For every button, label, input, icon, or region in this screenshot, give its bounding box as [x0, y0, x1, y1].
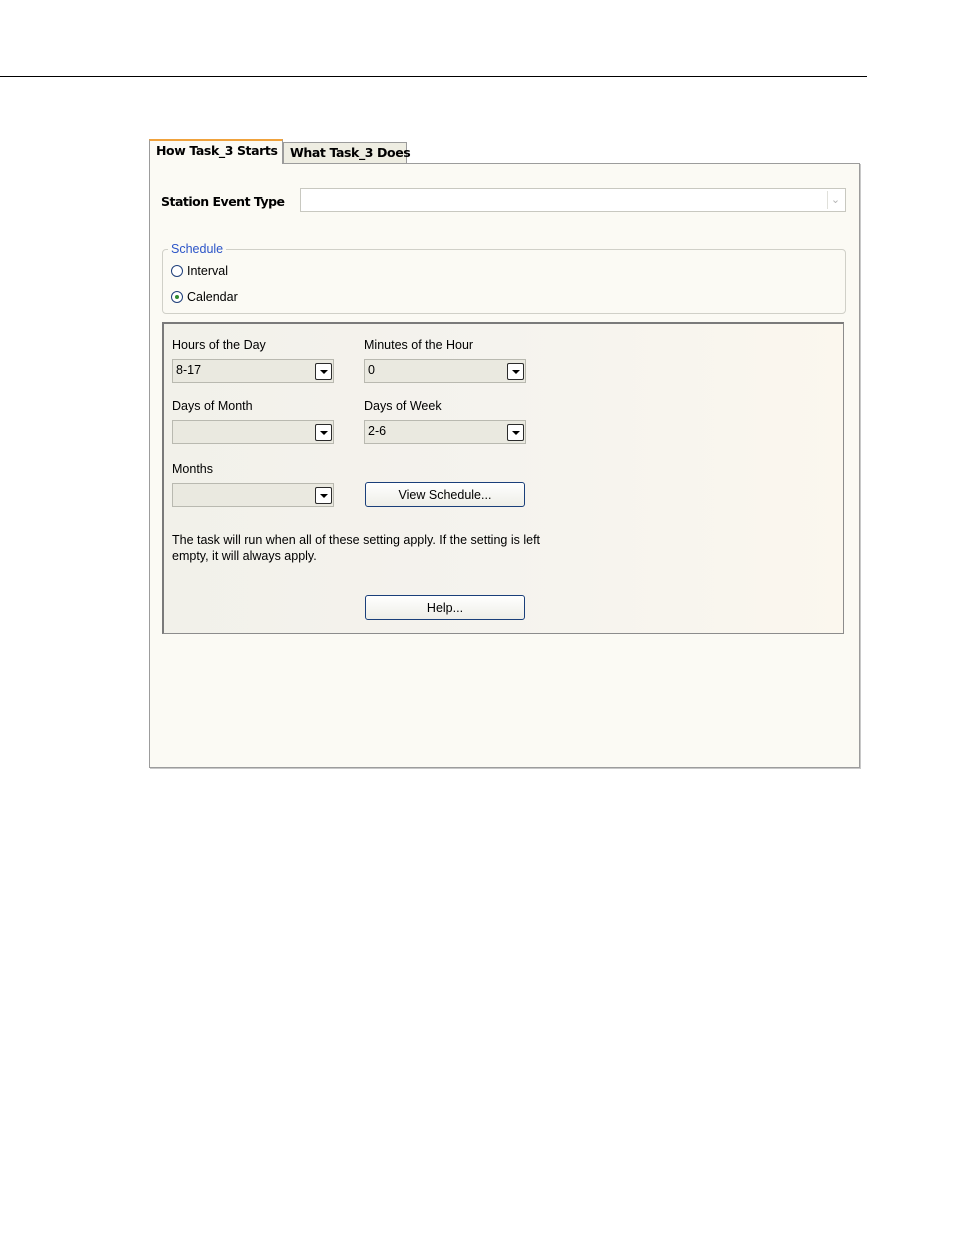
help-button[interactable]: Help...: [365, 595, 525, 620]
dropdown-arrow-icon[interactable]: [315, 487, 332, 504]
tab-panel: Station Event Type ⌄ Schedule Interval C…: [149, 163, 860, 768]
dropdown-arrow-icon[interactable]: [507, 363, 524, 380]
calendar-radio[interactable]: [171, 291, 183, 303]
dropdown-arrow-icon[interactable]: [315, 424, 332, 441]
chevron-down-icon[interactable]: ⌄: [827, 191, 843, 209]
days-of-month-label: Days of Month: [172, 399, 253, 413]
calendar-note: The task will run when all of these sett…: [172, 533, 541, 563]
hours-of-day-value: 8-17: [176, 363, 202, 377]
hours-of-day-select[interactable]: 8-17: [172, 359, 334, 383]
dropdown-arrow-icon[interactable]: [507, 424, 524, 441]
minutes-of-hour-label: Minutes of the Hour: [364, 338, 474, 352]
months-select[interactable]: [172, 483, 334, 507]
calendar-settings: Hours of the Day 8-17 Minutes of the Hou…: [162, 322, 844, 634]
hours-of-day-label: Hours of the Day: [172, 338, 266, 352]
days-of-week-label: Days of Week: [364, 399, 442, 413]
interval-radio[interactable]: [171, 265, 183, 277]
view-schedule-button[interactable]: View Schedule...: [365, 482, 525, 507]
tab-what-task-does[interactable]: What Task_3 Does: [283, 142, 411, 163]
interval-label: Interval: [187, 264, 228, 278]
dropdown-arrow-icon[interactable]: [315, 363, 332, 380]
task-settings-window: How Task_3 Starts What Task_3 Does Stati…: [149, 139, 860, 768]
days-of-month-select[interactable]: [172, 420, 334, 444]
days-of-week-value: 2-6: [368, 424, 387, 438]
calendar-label: Calendar: [187, 290, 238, 304]
station-event-type-select[interactable]: ⌄: [300, 188, 846, 212]
calendar-option[interactable]: Calendar: [171, 290, 238, 304]
page-header-rule: [0, 76, 867, 77]
schedule-group: Schedule Interval Calendar: [162, 242, 846, 314]
tab-how-task-starts[interactable]: How Task_3 Starts: [149, 139, 283, 164]
months-label: Months: [172, 462, 213, 476]
minutes-of-hour-value: 0: [368, 363, 375, 377]
days-of-week-select[interactable]: 2-6: [364, 420, 526, 444]
schedule-legend: Schedule: [168, 242, 227, 256]
interval-option[interactable]: Interval: [171, 264, 228, 278]
station-event-type-label: Station Event Type: [161, 194, 285, 209]
minutes-of-hour-select[interactable]: 0: [364, 359, 526, 383]
